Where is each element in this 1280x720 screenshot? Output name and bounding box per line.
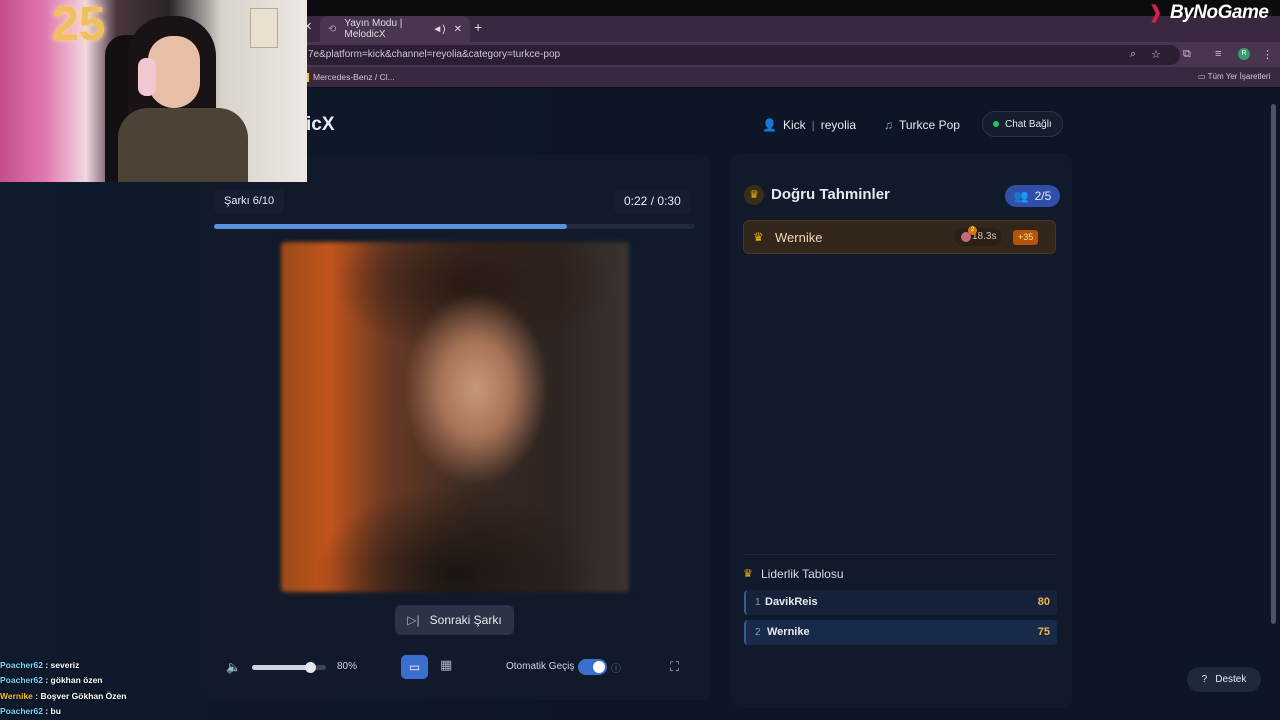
skip-next-icon: ▷| [407, 613, 420, 627]
leaderboard-title: Liderlik Tablosu [761, 567, 844, 581]
users-icon: 👤 [762, 118, 777, 132]
wall-poster [250, 8, 278, 48]
guess-count-label: 2/5 [1034, 189, 1052, 203]
divider [744, 554, 1057, 555]
chat-message: Wernike : Boşver Gökhan Özen [0, 689, 310, 704]
platform-channel-pill: 👤 Kick | reyolia [762, 112, 856, 138]
all-bookmarks[interactable]: ▭ Tüm Yer İşaretleri [1198, 72, 1270, 81]
category-label: Turkce Pop [899, 118, 960, 132]
speaker-icon[interactable]: ◄) [432, 24, 445, 35]
separator: | [811, 118, 815, 132]
leaderboard-name: DavikReis [765, 596, 818, 608]
toggle-knob [593, 661, 605, 673]
chat-text: : bu [43, 705, 61, 716]
help-icon: ? [1201, 674, 1208, 685]
chat-message: Poacher62 : severiz [0, 658, 310, 673]
extensions-icon[interactable]: ⧉ [1183, 48, 1191, 61]
media-icon[interactable]: ≡ [1215, 48, 1221, 60]
browser-tab-active[interactable]: ⟲ Yayın Modu | MelodicX ◄) ✕ [320, 16, 470, 42]
time-separator: / [650, 194, 655, 208]
chat-username: Poacher62 [0, 705, 43, 716]
watermark: ByNoGame [1170, 2, 1269, 23]
webcam-overlay: 25 [0, 0, 307, 182]
app-logo[interactable]: icX [306, 114, 335, 136]
auto-advance-label: Otomatik Geçiş [506, 661, 575, 672]
chat-text: : Boşver Gökhan Özen [32, 690, 127, 701]
music-note-icon: ♫ [884, 118, 893, 132]
chat-text: : severiz [43, 660, 80, 670]
time-elapsed: 0:22 [624, 194, 648, 208]
crown-icon: ♛ [753, 230, 764, 244]
channel-label: reyolia [820, 118, 857, 132]
guess-count-badge: 👥 2/5 [1005, 185, 1060, 207]
song-progress-bar [214, 224, 695, 229]
fullscreen-icon[interactable]: ⛶ [670, 659, 679, 675]
info-icon[interactable]: ⓘ [611, 660, 621, 675]
chat-text: : gökhan özen [43, 675, 103, 686]
chat-username: Poacher62 [0, 660, 43, 670]
tab-title: Yayın Modu | MelodicX [344, 18, 403, 40]
film-view-icon[interactable]: ▦ [440, 657, 452, 673]
all-bookmarks-label: Tüm Yer İşaretleri [1207, 72, 1271, 81]
star-icon[interactable]: ☆ [1151, 48, 1161, 61]
next-song-label: Sonraki Şarkı [429, 613, 502, 627]
brand-flame-icon: ❱ [1148, 2, 1164, 22]
chat-message: Poacher62 : gökhan özen [0, 673, 310, 688]
leaderboard-row: 1 DavikReis 80 [744, 590, 1057, 615]
auto-advance-toggle[interactable] [578, 659, 607, 675]
online-dot-icon [993, 121, 999, 127]
platform-label: Kick [782, 118, 806, 132]
streamer-body [118, 108, 248, 182]
leaderboard-score: 75 [1037, 626, 1050, 638]
headphone [138, 58, 156, 96]
menu-icon[interactable]: ⋮ [1262, 48, 1273, 61]
folder-icon: ▭ [1198, 72, 1208, 81]
blurred-album-cover [281, 242, 629, 592]
zoom-icon[interactable]: ⌕ [1130, 48, 1136, 61]
monitor-view-icon[interactable]: ▭ [401, 655, 428, 679]
crown-icon: ♛ [743, 568, 753, 580]
close-icon[interactable]: ✕ [454, 24, 462, 35]
guess-order-badge: 2 [968, 226, 977, 235]
volume-percent: 80% [337, 661, 358, 672]
tab-favicon-icon: ⟲ [328, 23, 337, 35]
chat-username: Poacher62 [0, 675, 43, 686]
new-tab-icon[interactable]: + [474, 19, 482, 35]
bookmark-item[interactable]: Mercedes-Benz / Cl... [306, 72, 395, 83]
support-label: Destek [1215, 674, 1247, 685]
time-total: 0:30 [657, 194, 681, 208]
users-icon: 👥 [1013, 189, 1029, 203]
crown-icon: ♛ [744, 185, 764, 205]
chat-status-pill: Chat Bağlı [982, 111, 1063, 137]
support-button[interactable]: ? Destek [1187, 667, 1261, 692]
next-song-button[interactable]: ▷| Sonraki Şarkı [395, 605, 514, 635]
profile-avatar[interactable]: R [1238, 48, 1250, 60]
leaderboard-rank: 2 [755, 627, 761, 638]
scrollbar[interactable] [1271, 92, 1277, 702]
guess-username: Wernike [775, 230, 823, 245]
song-timer: 0:22 / 0:30 [614, 189, 691, 213]
stream-chat: Poacher62 : severiz Poacher62 : gökhan ö… [0, 658, 310, 719]
leaderboard-row: 2 Wernike 75 [744, 620, 1057, 645]
chat-username: Wernike [0, 690, 33, 701]
leaderboard-score: 80 [1037, 596, 1050, 608]
leaderboard-rank: 1 [755, 597, 761, 608]
url-field[interactable]: 7e&platform=kick&channel=reyolia&categor… [300, 45, 1180, 65]
chat-message: Poacher62 : bu [0, 704, 310, 719]
guess-points-badge: +35 [1013, 230, 1039, 245]
song-progress-fill [214, 224, 567, 229]
leaderboard-name: Wernike [767, 626, 810, 638]
correct-guesses-title: Doğru Tahminler [771, 186, 890, 203]
song-counter: Şarkı 6/10 [214, 189, 285, 213]
category-pill: ♫ Turkce Pop [884, 112, 960, 138]
bookmark-label: Mercedes-Benz / Cl... [313, 72, 395, 82]
chat-status-label: Chat Bağlı [1005, 118, 1052, 130]
scrollbar-thumb[interactable] [1271, 104, 1276, 624]
